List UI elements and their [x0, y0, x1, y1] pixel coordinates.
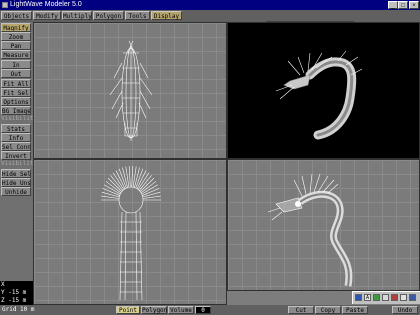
title-bar: LightWave Modeler 5.0 _ □ ×: [0, 0, 420, 10]
info-button[interactable]: Info: [1, 133, 31, 142]
viewport-side[interactable]: [227, 159, 420, 291]
point-mode-button[interactable]: Point: [116, 306, 140, 314]
readout-z: Z -15 m: [1, 297, 27, 304]
move-icon[interactable]: [391, 294, 398, 301]
select-connected-button[interactable]: Sel Conn: [1, 142, 31, 151]
wireframe-front-view: [101, 166, 161, 301]
undo-button[interactable]: Undo: [392, 306, 418, 314]
viewport-top[interactable]: [33, 22, 227, 159]
pointer-icon[interactable]: [355, 294, 362, 301]
maximize-button[interactable]: □: [398, 1, 408, 9]
wireframe-top-view: [109, 40, 153, 141]
window-title: LightWave Modeler 5.0: [10, 1, 82, 8]
zoom-out-button[interactable]: Out: [1, 69, 31, 78]
close-button[interactable]: ×: [409, 1, 419, 9]
paste-button[interactable]: Paste: [342, 306, 368, 314]
mesh-spike: [107, 177, 123, 192]
magnify-button[interactable]: Magnify: [1, 23, 31, 32]
hide-unselected-button[interactable]: Hide Unsel: [1, 178, 31, 187]
readout-x: X: [1, 281, 5, 288]
tab-display[interactable]: Display: [151, 11, 182, 20]
options-button[interactable]: Options: [1, 97, 31, 106]
view-icon-strip: A: [352, 291, 420, 304]
wireframe-side-view: [267, 173, 353, 287]
zoom-in-button[interactable]: In: [1, 60, 31, 69]
mesh-spike: [132, 166, 137, 188]
grid-size-label: Grid 10 m: [2, 306, 35, 313]
mesh-spike: [125, 166, 130, 188]
mesh-spike: [139, 175, 152, 191]
shaded-perspective-view: [275, 50, 363, 140]
readout-y: Y -15 m: [1, 289, 27, 296]
tab-multiply[interactable]: Multiply: [62, 11, 92, 20]
tab-objects[interactable]: Objects: [1, 11, 32, 20]
zoom-button[interactable]: Zoom: [1, 32, 31, 41]
viewport-front[interactable]: [33, 159, 227, 305]
bg-image-button[interactable]: BG Image: [1, 106, 31, 115]
mesh-spike: [131, 166, 134, 188]
status-bar: Grid 10 m Point Polygon Volume 0 Cut Cop…: [0, 305, 420, 315]
copy-button[interactable]: Copy: [315, 306, 341, 314]
grid-icon[interactable]: [373, 294, 380, 301]
group-label-info: Visibility: [1, 115, 38, 122]
letter-a-icon[interactable]: A: [364, 294, 371, 301]
tab-modify[interactable]: Modify: [33, 11, 61, 20]
coordinate-readout: X Y -15 m Z -15 m: [0, 281, 33, 305]
tab-tools[interactable]: Tools: [125, 11, 150, 20]
tab-bar: Objects Modify Multiply Polygon Tools Di…: [0, 10, 420, 27]
lines-icon[interactable]: [382, 294, 389, 301]
cut-button[interactable]: Cut: [288, 306, 314, 314]
minimize-button[interactable]: _: [388, 1, 398, 9]
mesh-spike: [110, 175, 123, 191]
hide-selected-button[interactable]: Hide Sel: [1, 169, 31, 178]
tab-polygon[interactable]: Polygon: [93, 11, 124, 20]
selection-count: 0: [195, 306, 211, 314]
mesh-spike: [128, 166, 131, 188]
group-label-visibility: Visibility: [1, 160, 38, 167]
viewport-perspective[interactable]: [227, 22, 420, 159]
modeler-window: LightWave Modeler 5.0 _ □ × Objects Modi…: [0, 0, 420, 315]
measure-button[interactable]: Measure: [1, 50, 31, 59]
fit-selected-button[interactable]: Fit Sel: [1, 88, 31, 97]
mesh-spike: [139, 177, 155, 192]
globe-icon[interactable]: [409, 294, 416, 301]
layer-icon[interactable]: [400, 294, 407, 301]
unhide-button[interactable]: Unhide: [1, 187, 31, 196]
pan-button[interactable]: Pan: [1, 41, 31, 50]
tool-panel: Magnify Zoom Pan Measure In Out Fit All …: [0, 22, 38, 305]
stats-button[interactable]: Stats: [1, 124, 31, 133]
volume-mode-button[interactable]: Volume: [168, 306, 194, 314]
app-icon: [2, 2, 8, 8]
fit-all-button[interactable]: Fit All: [1, 79, 31, 88]
polygon-mode-button[interactable]: Polygon: [141, 306, 167, 314]
invert-button[interactable]: Invert: [1, 151, 31, 160]
